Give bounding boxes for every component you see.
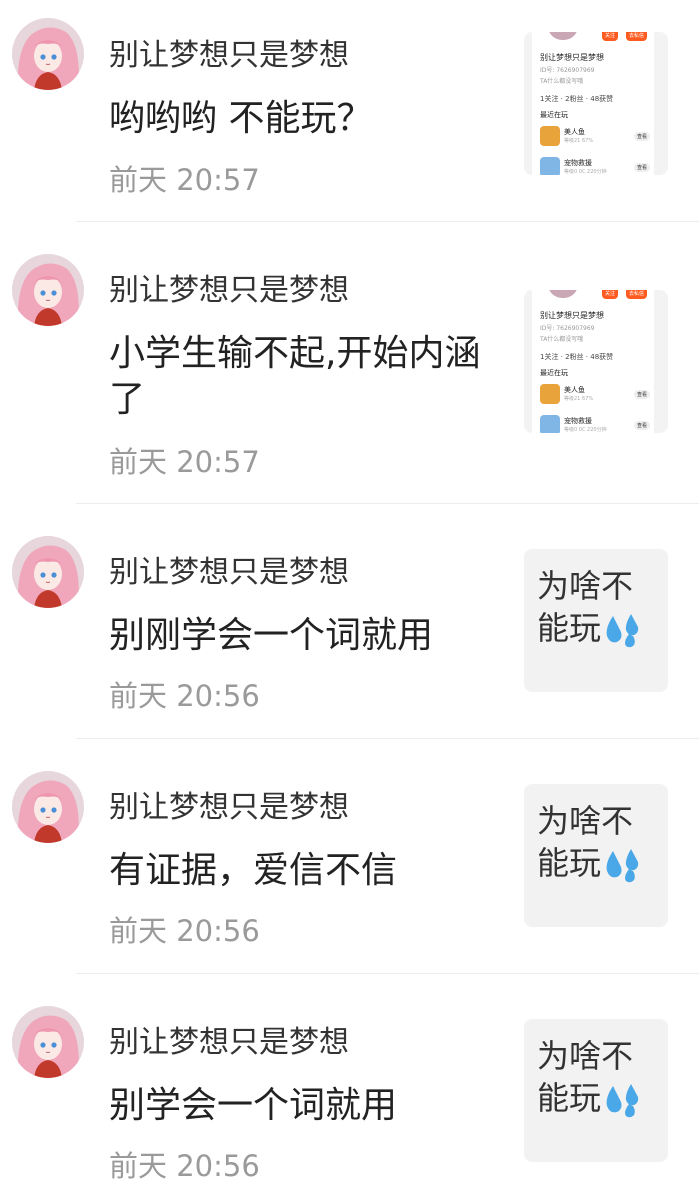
timestamp: 前天 20:57 xyxy=(109,445,260,479)
avatar[interactable] xyxy=(12,536,84,608)
profile-tagline: TA什么都没写哦 xyxy=(540,78,584,85)
timestamp: 前天 20:57 xyxy=(109,163,260,197)
game-name: 美人鱼 xyxy=(564,128,585,136)
avatar[interactable] xyxy=(12,18,84,90)
comment-text: 哟哟哟 不能玩？ xyxy=(109,98,373,139)
profile-name: 别让梦想只是梦想 xyxy=(540,53,604,62)
timestamp: 前天 20:56 xyxy=(109,679,260,713)
follow-badge: 关注 xyxy=(602,32,619,41)
profile-screenshot: 关注 去私信 别让梦想只是梦想 ID号: 7626907969 TA什么都没写哦… xyxy=(532,32,654,175)
game-detail: 等级21 67% xyxy=(564,138,594,144)
game-view-button: 查看 xyxy=(633,163,650,172)
username[interactable]: 别让梦想只是梦想 xyxy=(109,273,349,309)
game-row: 美人鱼 等级21 67% 查看 xyxy=(540,384,650,406)
profile-id: ID号: 7626907969 xyxy=(540,67,595,74)
username[interactable]: 别让梦想只是梦想 xyxy=(109,38,349,74)
game-name: 美人鱼 xyxy=(564,386,585,394)
comment-list: 别让梦想只是梦想 哟哟哟 不能玩？ 前天 20:57 关注 去私信 别让梦想只是… xyxy=(0,0,699,1197)
game-icon xyxy=(540,126,560,146)
game-view-button: 查看 xyxy=(633,390,650,399)
comment-item[interactable]: 别让梦想只是梦想 别学会一个词就用 前天 20:56 为啥不能玩 xyxy=(0,974,699,1197)
timestamp: 前天 20:56 xyxy=(109,1149,260,1183)
mini-avatar xyxy=(548,32,578,40)
comment-item[interactable]: 别让梦想只是梦想 哟哟哟 不能玩？ 前天 20:57 关注 去私信 别让梦想只是… xyxy=(0,0,699,222)
game-icon xyxy=(540,384,560,404)
game-detail: 等级0 0C 220分钟 xyxy=(564,427,607,433)
profile-screenshot: 关注 去私信 别让梦想只是梦想 ID号: 7626907969 TA什么都没写哦… xyxy=(532,290,654,433)
quoted-text-thumbnail[interactable]: 为啥不能玩 xyxy=(524,1019,668,1162)
sweat-droplets-icon xyxy=(606,614,639,648)
quoted-screenshot-thumbnail[interactable]: 关注 去私信 别让梦想只是梦想 ID号: 7626907969 TA什么都没写哦… xyxy=(524,32,668,175)
anime-girl-avatar-image xyxy=(12,771,84,843)
sweat-droplets-icon xyxy=(606,849,639,883)
message-badge: 去私信 xyxy=(626,32,648,41)
game-icon xyxy=(540,415,560,433)
sweat-droplets-icon xyxy=(606,1084,639,1118)
comment-item[interactable]: 别让梦想只是梦想 别刚学会一个词就用 前天 20:56 为啥不能玩 xyxy=(0,504,699,739)
avatar[interactable] xyxy=(12,771,84,843)
game-detail: 等级0 0C 220分钟 xyxy=(564,169,607,175)
comment-item[interactable]: 别让梦想只是梦想 小学生输不起,开始内涵了 前天 20:57 关注 去私信 别让… xyxy=(0,222,699,504)
comment-text: 别学会一个词就用 xyxy=(109,1085,398,1126)
message-badge: 去私信 xyxy=(626,290,648,299)
avatar[interactable] xyxy=(12,254,84,326)
profile-stats: 1关注 · 2粉丝 · 48获赞 xyxy=(540,95,614,103)
comment-text: 有证据，爱信不信 xyxy=(109,850,398,891)
mini-avatar xyxy=(548,290,578,298)
game-row: 宠物救援 等级0 0C 220分钟 查看 xyxy=(540,157,650,175)
timestamp: 前天 20:56 xyxy=(109,914,260,948)
game-view-button: 查看 xyxy=(633,132,650,141)
comment-text: 小学生输不起,开始内涵了 xyxy=(109,333,481,420)
game-view-button: 查看 xyxy=(633,421,650,430)
username[interactable]: 别让梦想只是梦想 xyxy=(109,555,349,591)
game-row: 宠物救援 等级0 0C 220分钟 查看 xyxy=(540,415,650,433)
avatar[interactable] xyxy=(12,1006,84,1078)
quoted-text-thumbnail[interactable]: 为啥不能玩 xyxy=(524,549,668,692)
game-name: 宠物救援 xyxy=(564,159,592,167)
profile-id: ID号: 7626907969 xyxy=(540,325,595,332)
comment-text: 别刚学会一个词就用 xyxy=(109,615,434,656)
quoted-screenshot-thumbnail[interactable]: 关注 去私信 别让梦想只是梦想 ID号: 7626907969 TA什么都没写哦… xyxy=(524,290,668,433)
anime-girl-avatar-image xyxy=(12,254,84,326)
game-name: 宠物救援 xyxy=(564,417,592,425)
username[interactable]: 别让梦想只是梦想 xyxy=(109,790,349,826)
recent-playing-label: 最近在玩 xyxy=(540,369,568,377)
quoted-text-thumbnail[interactable]: 为啥不能玩 xyxy=(524,784,668,927)
comment-item[interactable]: 别让梦想只是梦想 有证据，爱信不信 前天 20:56 为啥不能玩 xyxy=(0,739,699,974)
anime-girl-avatar-image xyxy=(12,18,84,90)
recent-playing-label: 最近在玩 xyxy=(540,111,568,119)
anime-girl-avatar-image xyxy=(12,1006,84,1078)
username[interactable]: 别让梦想只是梦想 xyxy=(109,1025,349,1061)
follow-badge: 关注 xyxy=(602,290,619,299)
game-icon xyxy=(540,157,560,175)
profile-stats: 1关注 · 2粉丝 · 48获赞 xyxy=(540,353,614,361)
anime-girl-avatar-image xyxy=(12,536,84,608)
game-row: 美人鱼 等级21 67% 查看 xyxy=(540,126,650,148)
profile-tagline: TA什么都没写哦 xyxy=(540,336,584,343)
game-detail: 等级21 67% xyxy=(564,396,594,402)
profile-name: 别让梦想只是梦想 xyxy=(540,311,604,320)
